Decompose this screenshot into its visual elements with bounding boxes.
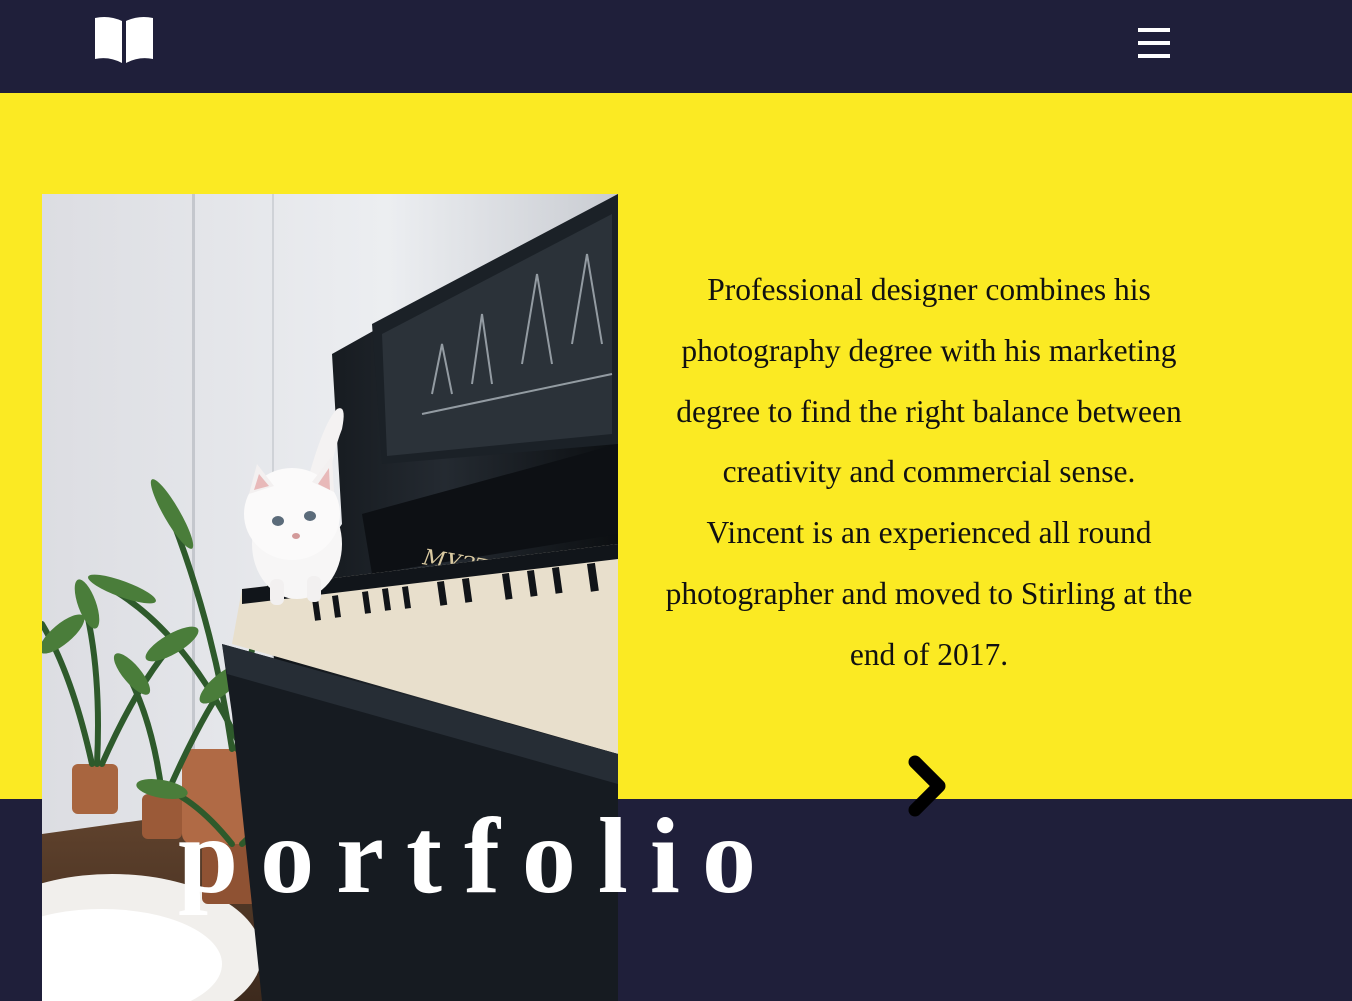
bio-paragraph: Vincent is an experienced all round phot… xyxy=(665,515,1193,672)
open-book-icon[interactable] xyxy=(93,16,155,64)
bio-paragraph: Professional designer combines his photo… xyxy=(676,272,1182,490)
chevron-right-icon[interactable] xyxy=(904,752,954,820)
top-navigation-bar xyxy=(0,0,1352,93)
portfolio-title: portfolio xyxy=(178,797,778,916)
hamburger-menu-icon[interactable] xyxy=(1131,22,1177,64)
bio-text: Professional designer combines his photo… xyxy=(658,260,1200,686)
